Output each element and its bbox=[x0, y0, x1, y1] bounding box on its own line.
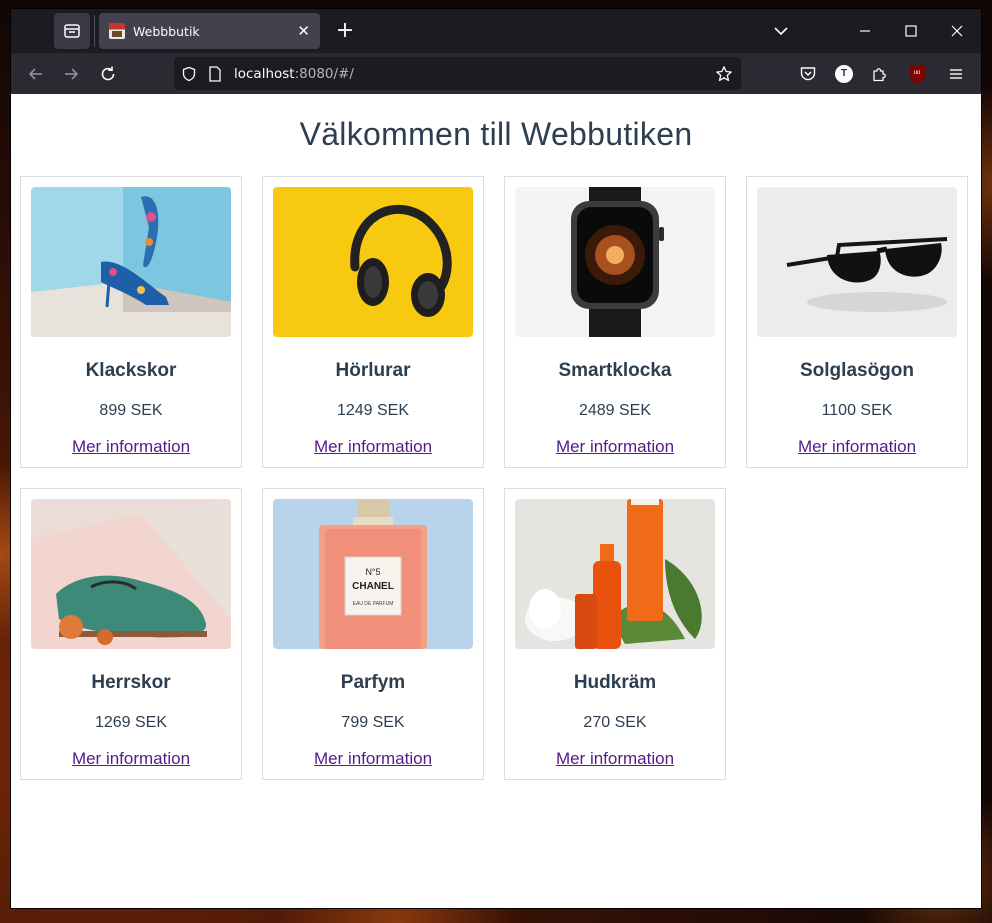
product-name: Klackskor bbox=[85, 360, 177, 381]
url-path: :8080/#/ bbox=[294, 65, 354, 82]
more-info-link[interactable]: Mer information bbox=[21, 437, 241, 457]
product-name: Smartklocka bbox=[558, 360, 672, 381]
url-host: localhost bbox=[234, 65, 295, 82]
product-name: Solglasögon bbox=[800, 360, 914, 381]
product-name: Parfym bbox=[340, 672, 406, 693]
navigation-toolbar: localhost:8080/#/ T uo bbox=[11, 53, 981, 94]
bookmark-star-icon[interactable] bbox=[715, 65, 733, 83]
product-name: Hudkräm bbox=[573, 672, 657, 693]
page-content: Välkommen till Webbutiken Klackskor 899 … bbox=[11, 94, 981, 908]
product-card: N°5 CHANEL EAU DE PARFUM Parfym 799 SEK … bbox=[262, 488, 484, 780]
ublock-shield-icon: uo bbox=[909, 65, 925, 83]
close-icon bbox=[951, 25, 963, 37]
maximize-button[interactable] bbox=[897, 17, 925, 45]
product-card: Herrskor 1269 SEK Mer information bbox=[20, 488, 242, 780]
page-title: Välkommen till Webbutiken bbox=[299, 116, 693, 152]
puzzle-icon bbox=[873, 68, 886, 82]
firefox-view-icon bbox=[64, 24, 80, 38]
product-image-sunglasses bbox=[757, 187, 957, 337]
product-image-headphones bbox=[273, 187, 473, 337]
perfume-number: N°5 bbox=[365, 567, 380, 577]
new-tab-button[interactable]: + bbox=[331, 17, 359, 45]
perfume-sub: EAU DE PARFUM bbox=[353, 601, 394, 607]
product-name: Hörlurar bbox=[335, 360, 411, 381]
ublock-origin-button[interactable]: uo bbox=[904, 61, 930, 87]
maximize-icon bbox=[905, 25, 917, 37]
avatar: T bbox=[835, 65, 853, 83]
url-text[interactable]: localhost:8080/#/ bbox=[234, 66, 709, 82]
arrow-right-icon bbox=[65, 68, 79, 80]
product-card: Klackskor 899 SEK Mer information bbox=[20, 176, 242, 468]
product-name: Herrskor bbox=[91, 672, 171, 693]
hamburger-menu-icon bbox=[950, 69, 962, 79]
reload-icon bbox=[101, 66, 115, 81]
product-image-perfume: N°5 CHANEL EAU DE PARFUM bbox=[273, 499, 473, 649]
product-image-heels bbox=[31, 187, 231, 337]
pocket-icon bbox=[800, 67, 816, 81]
tab-webbbutik[interactable]: Webbbutik ✕ bbox=[99, 13, 320, 49]
pocket-button[interactable] bbox=[795, 61, 821, 87]
extensions-button[interactable] bbox=[867, 61, 893, 87]
product-price: 270 SEK bbox=[583, 714, 647, 731]
tab-strip: Webbbutik ✕ + bbox=[11, 9, 981, 53]
shop-favicon-icon bbox=[109, 23, 125, 39]
more-info-link[interactable]: Mer information bbox=[747, 437, 967, 457]
page-info-icon[interactable] bbox=[206, 65, 224, 83]
reload-button[interactable] bbox=[95, 61, 121, 87]
product-image-smartwatch bbox=[515, 187, 715, 337]
product-price: 899 SEK bbox=[99, 402, 163, 419]
product-card: Hörlurar 1249 SEK Mer information bbox=[262, 176, 484, 468]
product-card: Hudkräm 270 SEK Mer information bbox=[504, 488, 726, 780]
close-tab-icon[interactable]: ✕ bbox=[297, 23, 310, 39]
more-info-link[interactable]: Mer information bbox=[505, 749, 725, 769]
list-tabs-button[interactable] bbox=[769, 19, 793, 43]
product-price: 2489 SEK bbox=[578, 402, 652, 419]
product-image-skincream bbox=[515, 499, 715, 649]
more-info-link[interactable]: Mer information bbox=[263, 749, 483, 769]
browser-window: Webbbutik ✕ + localhost:8080/#/ T uo Väl… bbox=[11, 9, 981, 908]
close-window-button[interactable] bbox=[943, 17, 971, 45]
arrow-left-icon bbox=[28, 68, 42, 80]
perfume-brand: CHANEL bbox=[352, 581, 394, 592]
more-info-link[interactable]: Mer information bbox=[21, 749, 241, 769]
forward-button[interactable] bbox=[58, 61, 84, 87]
more-info-link[interactable]: Mer information bbox=[505, 437, 725, 457]
product-image-mens-shoe bbox=[31, 499, 231, 649]
back-button[interactable] bbox=[23, 61, 49, 87]
chevron-down-icon bbox=[774, 27, 788, 36]
minimize-icon bbox=[860, 30, 870, 32]
more-info-link[interactable]: Mer information bbox=[263, 437, 483, 457]
product-card: Smartklocka 2489 SEK Mer information bbox=[504, 176, 726, 468]
tab-separator bbox=[94, 15, 95, 47]
product-price: 799 SEK bbox=[341, 714, 405, 731]
product-price: 1269 SEK bbox=[94, 714, 168, 731]
account-button[interactable]: T bbox=[831, 61, 857, 87]
address-bar[interactable]: localhost:8080/#/ bbox=[174, 57, 741, 90]
firefox-view-button[interactable] bbox=[54, 13, 90, 49]
product-price: 1249 SEK bbox=[336, 402, 410, 419]
minimize-button[interactable] bbox=[851, 17, 879, 45]
tracking-protection-shield-icon[interactable] bbox=[180, 65, 198, 83]
product-card: Solglasögon 1100 SEK Mer information bbox=[746, 176, 968, 468]
tab-title: Webbbutik bbox=[133, 23, 200, 39]
app-menu-button[interactable] bbox=[943, 61, 969, 87]
product-price: 1100 SEK bbox=[821, 402, 893, 419]
